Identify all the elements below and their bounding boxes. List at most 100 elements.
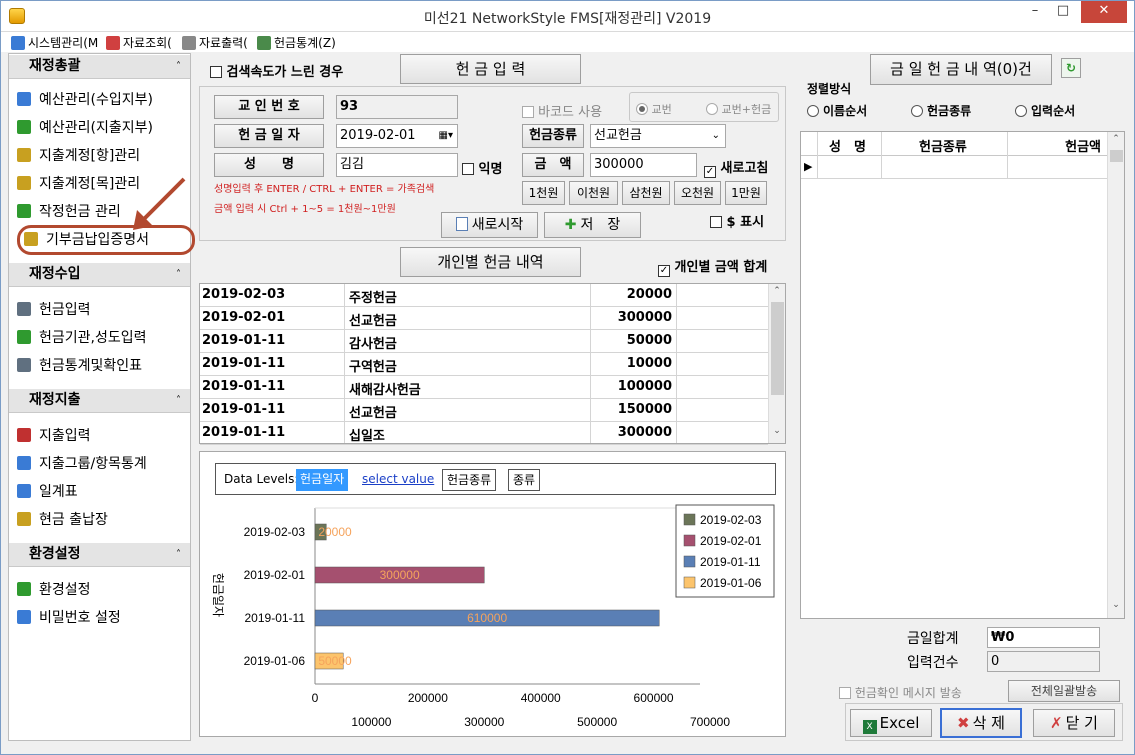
section-header-1[interactable]: 재정수입 ˄ (9, 262, 190, 287)
section-header-0[interactable]: 재정총괄 ˄ (9, 54, 190, 79)
level-kind-chip[interactable]: 종류 (508, 469, 541, 491)
save-button[interactable]: ✚ 저 장 (544, 212, 641, 238)
history-scrollbar[interactable]: ⌃ ⌄ (768, 284, 785, 443)
name-field[interactable]: 김김 (336, 153, 458, 177)
scroll-thumb[interactable] (771, 302, 784, 395)
new-start-button[interactable]: 새로시작 (441, 212, 538, 238)
sidebar-item[interactable]: 비밀번호 설정 (17, 606, 187, 630)
section-header-2[interactable]: 재정지출 ˄ (9, 388, 190, 413)
table-row[interactable]: 2019-01-11 새해감사헌금 100000 (200, 376, 768, 399)
personal-total-checkbox[interactable]: ✓ (658, 265, 670, 277)
today-list-button[interactable]: 금 일 헌 금 내 역(0)건 (870, 54, 1052, 85)
dollar-option[interactable]: $ 표시 (710, 211, 764, 230)
sort-radio[interactable] (807, 105, 819, 117)
offering-input-button[interactable]: 헌 금 입 력 (400, 54, 581, 84)
sidebar-item[interactable]: 예산관리(지출지부) (17, 116, 187, 140)
table-row[interactable]: ▶ (801, 157, 1107, 179)
menu-item-2[interactable]: 자료출력( (182, 34, 248, 51)
sidebar-item[interactable]: 지출입력 (17, 424, 187, 448)
collapse-chevron-icon[interactable]: ˄ (176, 55, 181, 78)
sort-option[interactable]: 이름순서 (807, 102, 867, 119)
member-no-field[interactable]: 93 (336, 95, 458, 119)
radio-member-no-dot[interactable] (636, 103, 648, 115)
personal-history-button[interactable]: 개인별 헌금 내역 (400, 247, 581, 277)
quick-amount-button[interactable]: 오천원 (674, 181, 721, 205)
personal-total-option[interactable]: ✓ 개인별 금액 합계 (658, 256, 767, 277)
scroll-down-icon[interactable]: ⌄ (1108, 600, 1124, 610)
minimize-button[interactable]: – (1021, 1, 1049, 23)
sidebar-item[interactable]: 지출그룹/항목통계 (17, 452, 187, 476)
close-window-button[interactable]: ✕ (1081, 1, 1127, 23)
table-row[interactable]: 2019-01-11 십일조 300000 (200, 422, 768, 445)
history-type: 선교헌금 (349, 406, 397, 421)
sidebar-item[interactable]: 일계표 (17, 480, 187, 504)
calendar-icon[interactable]: ▦▾ (439, 125, 453, 147)
close-button[interactable]: ✗ 닫 기 (1033, 709, 1115, 737)
anonymous-checkbox[interactable] (462, 163, 474, 175)
maximize-button[interactable]: □ (1049, 1, 1077, 23)
barcode-checkbox[interactable] (522, 106, 534, 118)
menu-item-0[interactable]: 시스템관리(M (11, 34, 98, 51)
table-row[interactable]: 2019-01-11 선교헌금 150000 (200, 399, 768, 422)
bulk-send-button[interactable]: 전체일괄발송 (1008, 680, 1120, 702)
collapse-chevron-icon[interactable]: ˄ (176, 389, 181, 412)
radio-member-no-amount-dot[interactable] (706, 103, 718, 115)
select-value-link[interactable]: select value (358, 469, 438, 491)
quick-amount-button[interactable]: 이천원 (569, 181, 618, 205)
sidebar-item[interactable]: 지출계정[항]관리 (17, 144, 187, 168)
radio-member-no-amount[interactable]: 교번+헌금 (706, 101, 771, 117)
barcode-option[interactable]: 바코드 사용 (522, 101, 602, 120)
scroll-thumb[interactable] (1110, 150, 1123, 162)
delete-button[interactable]: ✖ 삭 제 (940, 708, 1022, 738)
scroll-down-icon[interactable]: ⌄ (769, 426, 785, 436)
sort-radio[interactable] (911, 105, 923, 117)
menu-item-1[interactable]: 자료조회( (106, 34, 172, 51)
dollar-checkbox[interactable] (710, 216, 722, 228)
quick-amount-button[interactable]: 1만원 (725, 181, 767, 205)
sidebar-item[interactable]: 예산관리(수입지부) (17, 88, 187, 112)
barcode-mode-group: 교번 교번+헌금 (629, 92, 779, 122)
sidebar-item[interactable]: 헌금입력 (17, 298, 187, 322)
menu-item-3[interactable]: 헌금통계(Z) (257, 34, 336, 51)
quick-amount-button[interactable]: 삼천원 (622, 181, 670, 205)
chevron-down-icon: ⌄ (711, 130, 720, 141)
offering-type-select[interactable]: 선교헌금 ⌄ (590, 124, 726, 148)
section-title: 환경설정 (29, 546, 81, 562)
sidebar-item[interactable]: 헌금통계및확인표 (17, 354, 187, 378)
collapse-chevron-icon[interactable]: ˄ (176, 543, 181, 566)
table-row[interactable]: 2019-01-11 감사헌금 50000 (200, 330, 768, 353)
collapse-chevron-icon[interactable]: ˄ (176, 263, 181, 286)
sort-option[interactable]: 헌금종류 (911, 102, 971, 119)
sidebar-item[interactable]: 헌금기관,성도입력 (17, 326, 187, 350)
sort-radio[interactable] (1015, 105, 1027, 117)
amount-field[interactable]: 300000 (590, 153, 697, 177)
today-total-field[interactable]: ₩0 (987, 627, 1100, 648)
anonymous-option[interactable]: 익명 (462, 158, 502, 177)
section-header-3[interactable]: 환경설정 ˄ (9, 542, 190, 567)
excel-button[interactable]: X Excel (850, 709, 932, 737)
table-row[interactable]: 2019-01-11 구역헌금 10000 (200, 353, 768, 376)
sidebar-item[interactable]: 현금 출납장 (17, 508, 187, 532)
refresh-option[interactable]: ✓ 새로고침 (704, 157, 768, 178)
quick-amount-button[interactable]: 1천원 (522, 181, 565, 205)
slow-search-option[interactable]: 검색속도가 느린 경우 (210, 61, 343, 80)
level-type-chip[interactable]: 헌금종류 (442, 469, 497, 491)
today-list-scrollbar[interactable]: ⌃ ⌄ (1107, 132, 1124, 618)
table-row[interactable]: 2019-02-01 선교헌금 300000 (200, 307, 768, 330)
refresh-checkbox[interactable]: ✓ (704, 166, 716, 178)
refresh-icon[interactable]: ↻ (1061, 58, 1081, 78)
sort-option[interactable]: 입력순서 (1015, 102, 1075, 119)
radio-member-no[interactable]: 교번 (636, 101, 672, 117)
confirm-msg-option[interactable]: 헌금확인 메시지 발송 (839, 684, 962, 701)
sidebar-item[interactable]: 환경설정 (17, 578, 187, 602)
slow-search-checkbox[interactable] (210, 66, 222, 78)
level-date-chip[interactable]: 헌금일자 (296, 469, 349, 491)
date-picker[interactable]: 2019-02-01 ▦▾ (336, 124, 458, 148)
entry-count-field[interactable]: 0 (987, 651, 1100, 672)
sort-label: 헌금종류 (927, 104, 972, 118)
scroll-up-icon[interactable]: ⌃ (769, 286, 785, 296)
scroll-up-icon[interactable]: ⌃ (1108, 134, 1124, 144)
sidebar-item-label: 일계표 (39, 484, 78, 500)
table-row[interactable]: 2019-02-03 주정헌금 20000 (200, 284, 768, 307)
confirm-msg-checkbox[interactable] (839, 687, 851, 699)
